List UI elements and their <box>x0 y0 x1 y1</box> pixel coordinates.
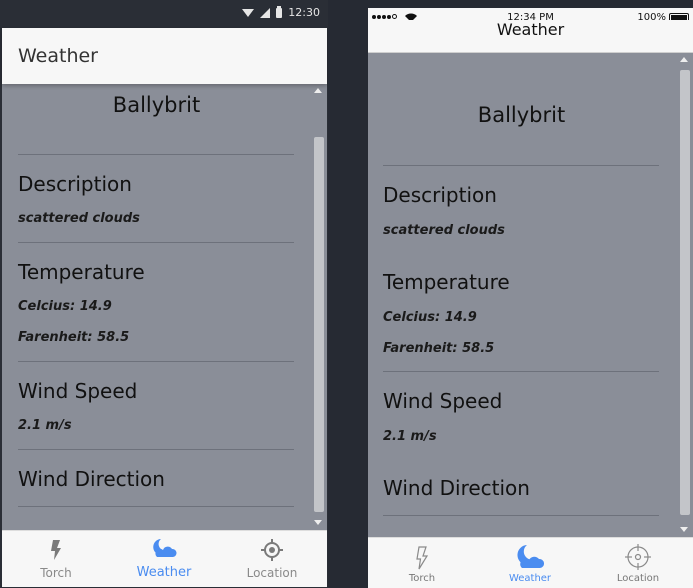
tab-label: Weather <box>508 573 552 584</box>
tab-bar: Torch Weather Location <box>368 537 693 588</box>
tab-bar: Torch Weather Location <box>2 530 327 587</box>
wind-direction-title: Wind Direction <box>383 476 530 500</box>
wind-speed-value: 2.1 m/s <box>18 418 72 433</box>
location-icon <box>625 544 651 570</box>
tab-label: Weather <box>136 565 192 580</box>
temperature-title: Temperature <box>18 260 145 284</box>
status-bar: 12:30 <box>0 0 328 28</box>
celcius-value: Celcius: 14.9 <box>383 310 477 325</box>
divider <box>18 154 294 155</box>
description-title: Description <box>383 183 497 207</box>
tab-label: Torch <box>40 566 72 580</box>
weather-icon <box>517 545 544 568</box>
wind-speed-title: Wind Speed <box>383 389 503 413</box>
page-title: Weather <box>18 45 98 67</box>
farenheit-value: Farenheit: 58.5 <box>18 330 130 345</box>
battery-icon <box>276 5 283 18</box>
app-toolbar: Weather <box>2 28 327 84</box>
scroll-down-arrow-icon[interactable] <box>680 527 688 532</box>
location-name: Ballybrit <box>112 93 201 117</box>
divider <box>383 165 659 166</box>
torch-icon <box>416 546 429 570</box>
wind-speed-title: Wind Speed <box>18 379 138 403</box>
scrollbar-thumb[interactable] <box>314 137 324 512</box>
temperature-title: Temperature <box>383 270 510 294</box>
scroll-up-arrow-icon[interactable] <box>314 88 322 93</box>
tab-label: Torch <box>408 573 436 584</box>
divider <box>18 449 294 450</box>
wind-direction-title: Wind Direction <box>18 467 165 491</box>
android-screen: 12:30 Weather Ballybrit Description scat… <box>0 0 328 588</box>
weather-content[interactable]: Ballybrit Description scattered clouds T… <box>368 53 693 537</box>
tab-location[interactable]: Location <box>218 531 326 587</box>
tab-torch[interactable]: Torch <box>2 531 110 587</box>
weather-icon <box>153 539 177 557</box>
description-value: scattered clouds <box>383 223 505 238</box>
tab-location[interactable]: Location <box>584 538 692 588</box>
scroll-up-arrow-icon[interactable] <box>680 57 688 62</box>
location-icon <box>261 539 283 561</box>
wifi-icon <box>242 8 255 17</box>
signal-icon <box>260 7 271 18</box>
nav-bar: Weather <box>368 20 693 53</box>
celcius-value: Celcius: 14.9 <box>18 299 112 314</box>
weather-content[interactable]: Ballybrit Description scattered clouds T… <box>2 84 327 530</box>
divider <box>18 361 294 362</box>
scrollbar-thumb[interactable] <box>680 70 690 515</box>
scroll-down-arrow-icon[interactable] <box>314 520 322 525</box>
torch-icon <box>51 540 61 560</box>
description-title: Description <box>18 172 132 196</box>
location-name: Ballybrit <box>477 103 566 127</box>
divider <box>383 515 659 516</box>
farenheit-value: Farenheit: 58.5 <box>383 341 495 356</box>
tab-torch[interactable]: Torch <box>368 538 476 588</box>
divider <box>18 506 294 507</box>
scrollbar[interactable] <box>311 84 325 530</box>
tab-label: Location <box>246 566 298 580</box>
ios-screen: 12:34 PM 100% Weather Ballybrit Descript… <box>368 0 693 588</box>
status-time: 12:30 <box>288 6 320 19</box>
divider <box>383 371 659 372</box>
description-value: scattered clouds <box>18 211 140 226</box>
page-title: Weather <box>496 20 565 39</box>
tab-label: Location <box>616 573 660 584</box>
tab-weather[interactable]: Weather <box>476 538 584 588</box>
scrollbar[interactable] <box>677 53 691 537</box>
tab-weather[interactable]: Weather <box>110 531 218 587</box>
divider <box>18 242 294 243</box>
wind-speed-value: 2.1 m/s <box>383 429 437 444</box>
